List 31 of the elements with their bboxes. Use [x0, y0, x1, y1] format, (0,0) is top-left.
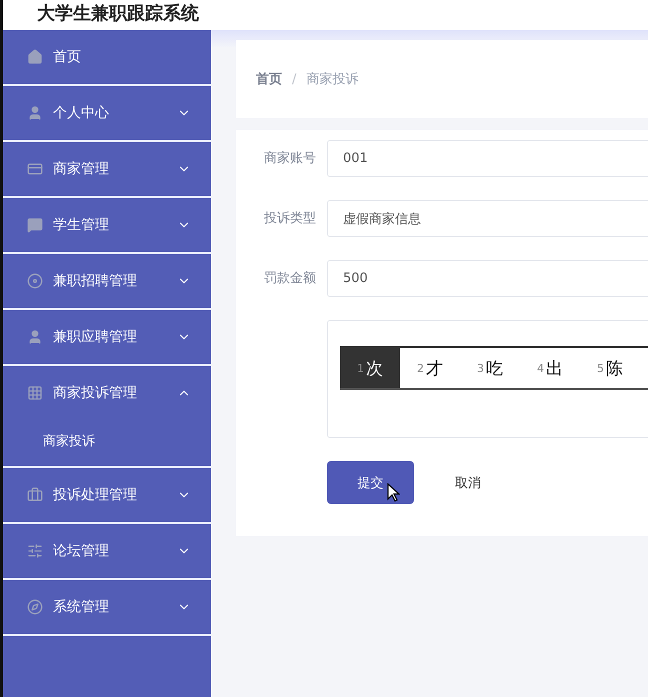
sidebar-item[interactable]: 学生管理 [3, 198, 211, 252]
sidebar-item[interactable]: 兼职应聘管理 [3, 310, 211, 364]
field-label: 罚款金额 [263, 270, 317, 288]
sidebar-item[interactable]: 兼职招聘管理 [3, 254, 211, 308]
breadcrumb-link[interactable]: 首页 [256, 70, 282, 88]
cancel-button[interactable]: 取消 [438, 461, 498, 504]
sidebar-item[interactable]: 个人中心 [3, 86, 211, 140]
app-title: 大学生兼职跟踪系统 [37, 2, 199, 26]
input-field[interactable]: 001 [327, 140, 648, 177]
chat-icon [27, 217, 43, 233]
input-field[interactable]: 500 [327, 260, 648, 297]
sidebar-item[interactable]: 论坛管理 [3, 524, 211, 578]
sidebar-item[interactable]: 投诉处理管理 [3, 468, 211, 522]
sidebar-item[interactable]: 系统管理 [3, 580, 211, 634]
field-label: 投诉类型 [263, 210, 317, 228]
card-icon [27, 161, 43, 177]
breadcrumb-separator: / [292, 72, 296, 86]
input-field[interactable]: 虚假商家信息 [327, 200, 648, 237]
briefcase-icon [27, 487, 43, 503]
sidebar-item[interactable]: 商家管理 [3, 142, 211, 196]
field-label: 商家账号 [263, 150, 317, 168]
sidebar-item[interactable]: 首页 [3, 30, 211, 84]
cursor-icon [387, 483, 400, 502]
sliders-icon [27, 543, 43, 559]
home-icon [27, 49, 43, 65]
user-icon [27, 329, 43, 345]
compass-icon [27, 599, 43, 615]
submit-button[interactable]: 提交 [327, 461, 414, 504]
user-icon [27, 105, 43, 121]
disc-icon [27, 273, 43, 289]
grid-icon [27, 385, 43, 401]
